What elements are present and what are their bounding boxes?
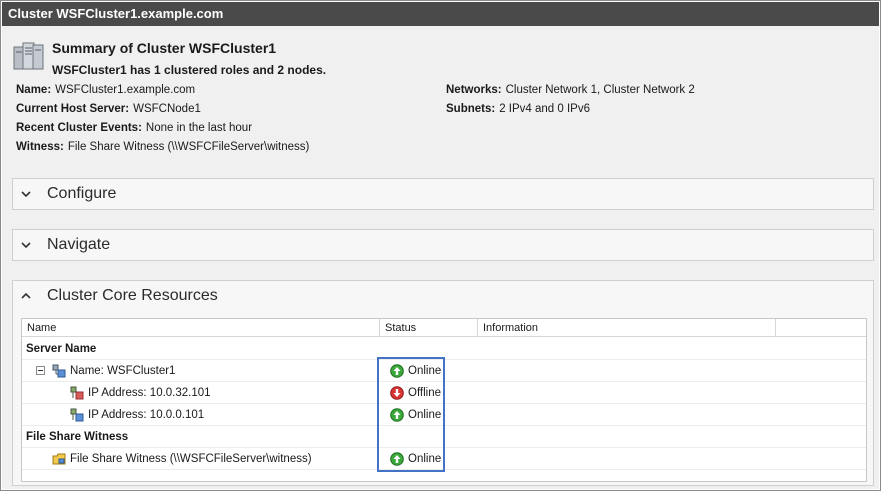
- chevron-down-icon[interactable]: [18, 230, 34, 260]
- prop-value: WSFCNode1: [133, 103, 201, 115]
- core-resources-title: Cluster Core Resources: [47, 287, 218, 304]
- prop-current-host: Current Host Server: WSFCNode1: [16, 103, 201, 115]
- chevron-up-icon[interactable]: [18, 281, 34, 311]
- prop-key: Current Host Server:: [16, 103, 130, 115]
- prop-value: 2 IPv4 and 0 IPv6: [499, 103, 590, 115]
- prop-key: Subnets:: [446, 103, 496, 115]
- resource-name: File Share Witness (\\WSFCFileServer\wit…: [70, 453, 312, 465]
- navigate-section: Navigate: [12, 229, 874, 261]
- configure-title: Configure: [47, 185, 117, 202]
- status-highlight-box: [377, 357, 445, 472]
- prop-networks: Networks: Cluster Network 1, Cluster Netw…: [446, 84, 695, 96]
- resource-name: IP Address: 10.0.0.101: [88, 409, 205, 421]
- column-header-information[interactable]: Information: [478, 319, 776, 337]
- chevron-down-icon[interactable]: [18, 179, 34, 209]
- prop-key: Recent Cluster Events:: [16, 122, 142, 134]
- column-header-status[interactable]: Status: [380, 319, 478, 337]
- resource-name: Name: WSFCluster1: [70, 365, 176, 377]
- collapse-toggle-icon[interactable]: [36, 366, 45, 375]
- prop-key: Name:: [16, 84, 52, 96]
- navigate-title: Navigate: [47, 236, 111, 253]
- configure-section: Configure: [12, 178, 874, 210]
- prop-value: Cluster Network 1, Cluster Network 2: [505, 84, 695, 96]
- core-resources-header[interactable]: Cluster Core Resources: [13, 281, 873, 311]
- window-title: Cluster WSFCluster1.example.com: [2, 2, 879, 26]
- network-name-icon: [52, 364, 66, 378]
- prop-key: Witness:: [16, 141, 64, 153]
- configure-header[interactable]: Configure: [13, 179, 873, 209]
- ip-address-icon: [70, 408, 84, 422]
- prop-key: Networks:: [446, 84, 502, 96]
- cluster-summary-window: Cluster WSFCluster1.example.com Summary …: [0, 0, 881, 491]
- prop-witness: Witness: File Share Witness (\\WSFCFileSe…: [16, 141, 309, 153]
- prop-name: Name: WSFCluster1.example.com: [16, 84, 195, 96]
- resource-name: IP Address: 10.0.32.101: [88, 387, 211, 399]
- cluster-server-icon: [13, 42, 44, 70]
- prop-value: File Share Witness (\\WSFCFileServer\wit…: [67, 141, 310, 153]
- recent-events-link[interactable]: None in the last hour: [146, 122, 252, 134]
- ip-address-icon: [70, 386, 84, 400]
- prop-subnets: Subnets: 2 IPv4 and 0 IPv6: [446, 103, 590, 115]
- summary-subtitle: WSFCluster1 has 1 clustered roles and 2 …: [52, 63, 327, 77]
- column-header-name[interactable]: Name: [22, 319, 380, 337]
- summary-title: Summary of Cluster WSFCluster1: [52, 40, 277, 56]
- prop-value: WSFCluster1.example.com: [55, 84, 196, 96]
- column-header-spacer: [776, 319, 866, 337]
- prop-recent-events: Recent Cluster Events: None in the last h…: [16, 122, 252, 134]
- file-share-icon: [52, 453, 66, 465]
- navigate-header[interactable]: Navigate: [13, 230, 873, 260]
